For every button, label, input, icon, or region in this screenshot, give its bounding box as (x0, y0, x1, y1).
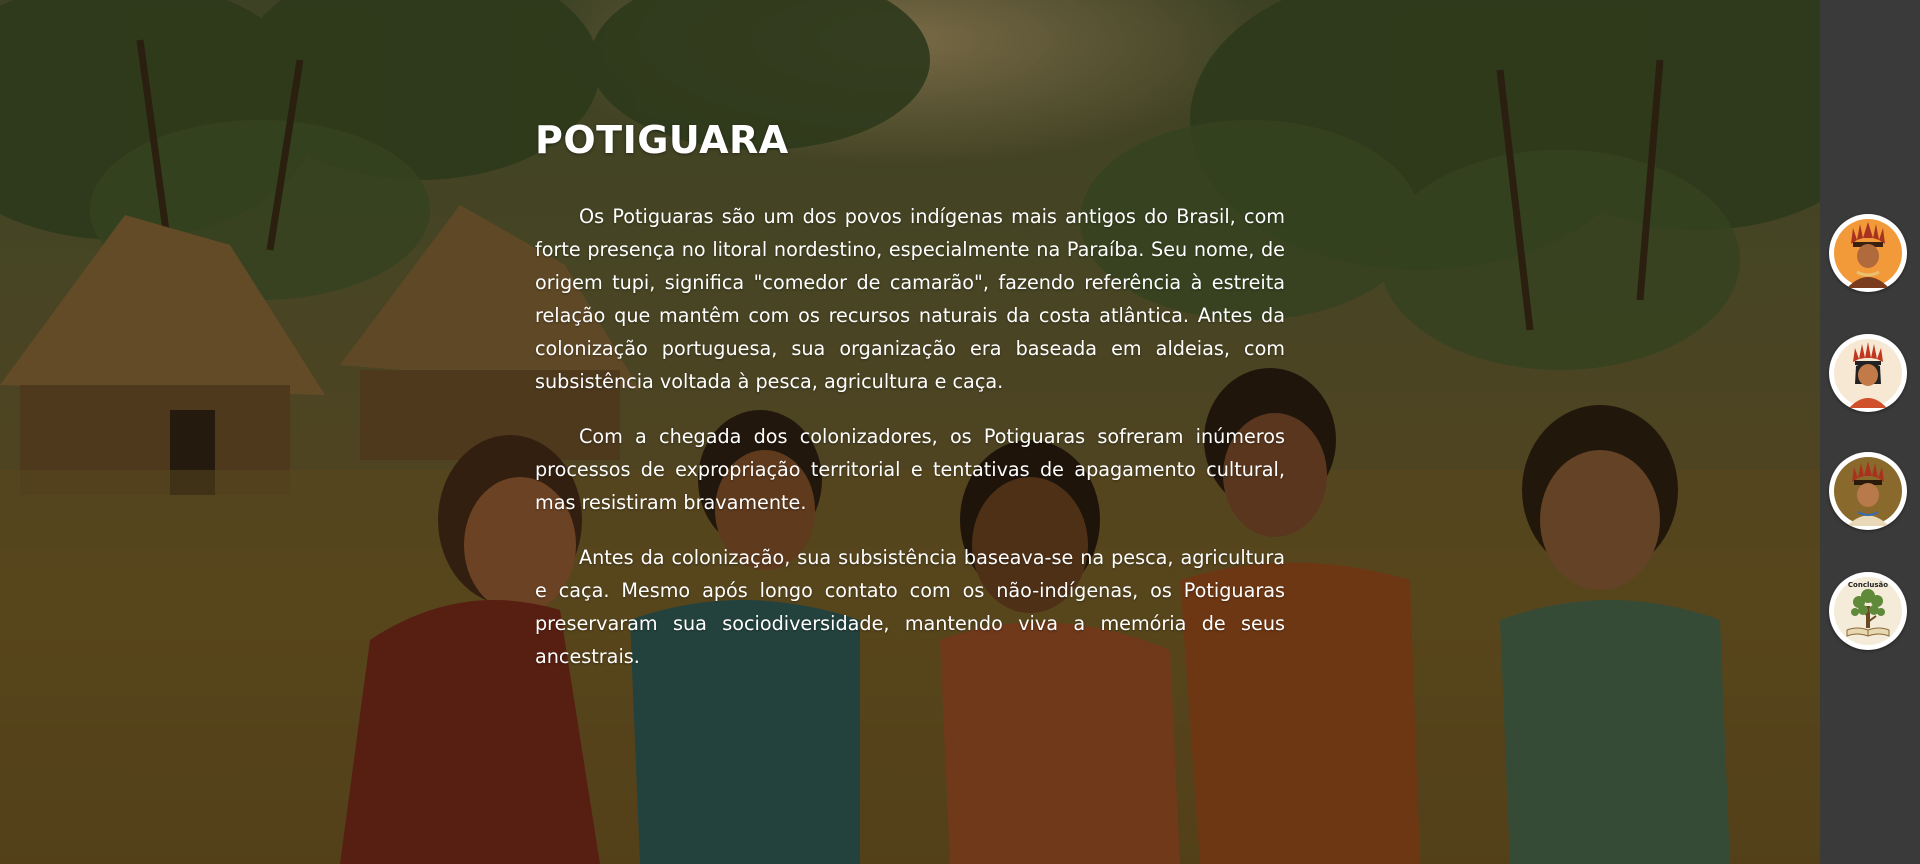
sidebar-item-3[interactable] (1829, 452, 1907, 530)
indigenous-portrait-light-icon (1834, 339, 1902, 408)
page: POTIGUARA Os Potiguaras são um dos povos… (0, 0, 1920, 864)
sidebar-item-conclusion[interactable]: Conclusão (1829, 572, 1907, 650)
sidebar-nav: Conclusão (1820, 0, 1920, 864)
indigenous-portrait-orange-icon (1834, 219, 1902, 288)
indigenous-portrait-olive-icon (1834, 457, 1902, 526)
sidebar-item-1[interactable] (1829, 214, 1907, 292)
sidebar-item-conclusion-label: Conclusão (1847, 581, 1889, 589)
sidebar-item-2[interactable] (1829, 334, 1907, 412)
article: POTIGUARA Os Potiguaras são um dos povos… (535, 112, 1285, 695)
paragraph-intro: Os Potiguaras são um dos povos indígenas… (535, 205, 1285, 393)
page-title: POTIGUARA (535, 118, 789, 162)
paragraph-colonization: Com a chegada dos colonizadores, os Poti… (535, 425, 1285, 514)
paragraph-subsistence: Antes da colonização, sua subsistência b… (535, 546, 1285, 668)
